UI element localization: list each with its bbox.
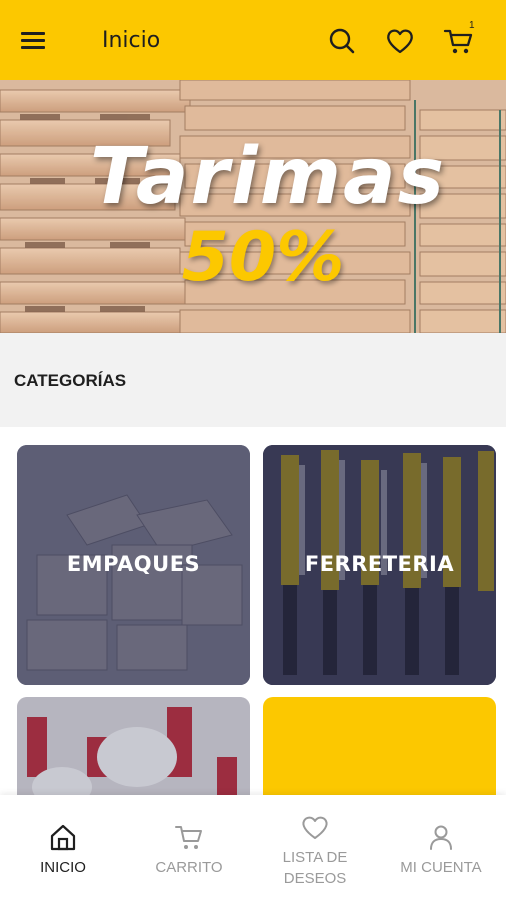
user-icon (430, 825, 452, 850)
nav-label: INICIO (40, 859, 86, 876)
page-title: Inicio (102, 28, 161, 53)
cart-count-badge: 1 (469, 20, 475, 31)
nav-item-lista-de-deseos[interactable]: LISTA DE DESEOS (252, 795, 378, 900)
search-icon[interactable] (325, 24, 359, 58)
nav-label: CARRITO (155, 859, 223, 876)
category-card-empaques[interactable]: EMPAQUES (17, 445, 250, 685)
banner-discount: 50% (181, 218, 345, 297)
nav-item-carrito[interactable]: CARRITO (126, 795, 252, 900)
bottom-navigation: INICIO CARRITO LISTA DE DESEOS MI CUENTA (0, 795, 506, 900)
app-header: Inicio 1 (0, 0, 506, 80)
cart-icon (175, 826, 202, 849)
banner-title: Tarimas (89, 132, 447, 222)
nav-label: MI CUENTA (400, 859, 482, 876)
category-label: EMPAQUES (66, 552, 201, 576)
nav-item-mi-cuenta[interactable]: MI CUENTA (378, 795, 504, 900)
nav-item-inicio[interactable]: INICIO (0, 795, 126, 900)
promo-banner[interactable]: Tarimas 50% (0, 80, 506, 333)
heart-icon (302, 816, 328, 839)
category-label: FERRETERIA (304, 552, 455, 576)
category-card-ferreteria[interactable]: FERRETERIA (263, 445, 496, 685)
categories-section-header: CATEGORÍAS (0, 333, 506, 427)
menu-icon[interactable] (21, 30, 47, 52)
nav-label-line1: LISTA DE (282, 849, 348, 866)
home-icon (50, 824, 76, 851)
nav-label-line2: DESEOS (283, 870, 347, 887)
wishlist-heart-icon[interactable] (383, 24, 417, 58)
categories-heading: CATEGORÍAS (14, 371, 127, 390)
